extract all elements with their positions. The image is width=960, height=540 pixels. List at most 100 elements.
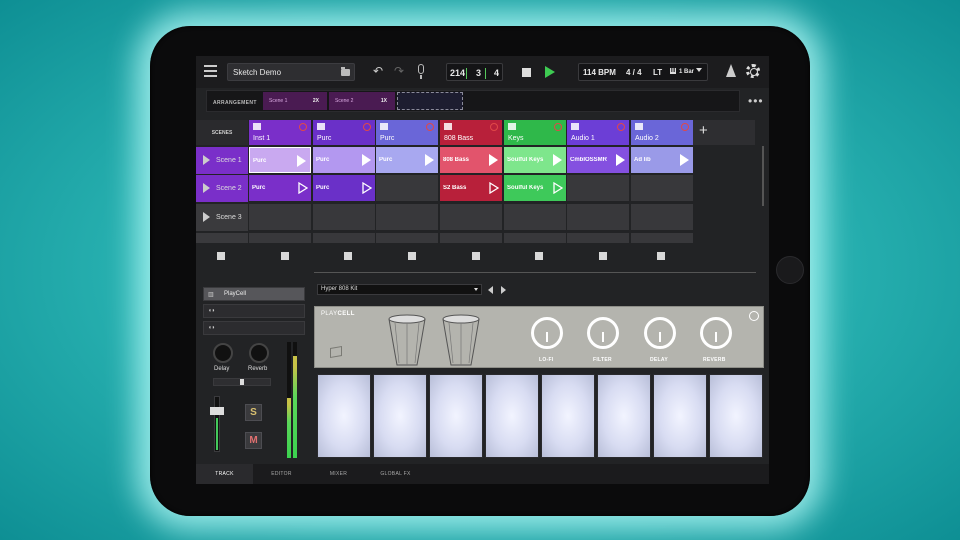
scene-launch-button[interactable]: [196, 233, 248, 243]
track-stop-button[interactable]: [217, 252, 225, 260]
metronome-icon[interactable]: [726, 64, 736, 77]
empty-clip-slot[interactable]: [631, 233, 693, 243]
menu-icon[interactable]: [204, 65, 217, 77]
empty-clip-slot[interactable]: [376, 233, 438, 243]
track-stop-button[interactable]: [344, 252, 352, 260]
empty-clip-slot[interactable]: [504, 204, 566, 230]
scene-launch-button[interactable]: Scene 1: [196, 147, 248, 174]
scene-launch-button[interactable]: Scene 2: [196, 175, 248, 202]
empty-clip-slot[interactable]: [440, 233, 502, 243]
track-header[interactable]: 808 Bass: [440, 120, 502, 145]
empty-clip-slot[interactable]: [567, 233, 629, 243]
clip[interactable]: 808 Bass: [440, 147, 502, 173]
clip[interactable]: Purc: [313, 147, 375, 173]
track-header[interactable]: Keys: [504, 120, 566, 145]
clip[interactable]: Purc: [313, 175, 375, 201]
reverb-send-knob[interactable]: [249, 343, 269, 363]
filter-knob[interactable]: [587, 317, 619, 349]
tab-editor[interactable]: EDITOR: [253, 464, 310, 484]
delay-knob[interactable]: [644, 317, 676, 349]
clip[interactable]: Purc: [249, 175, 311, 201]
track-stop-button[interactable]: [408, 252, 416, 260]
folder-icon[interactable]: [341, 67, 350, 76]
drum-pad[interactable]: [485, 374, 539, 458]
drum-pad[interactable]: [373, 374, 427, 458]
clip[interactable]: CmbIOSSMR: [567, 147, 629, 173]
clip[interactable]: Soulful Keys: [504, 175, 566, 201]
mute-button[interactable]: M: [245, 432, 262, 449]
pan-slider[interactable]: [213, 378, 271, 386]
clip[interactable]: Soulful Keys: [504, 147, 566, 173]
previous-preset-icon[interactable]: [488, 286, 493, 294]
volume-fader-handle[interactable]: [210, 407, 224, 415]
empty-clip-slot[interactable]: [376, 204, 438, 230]
track-stop-button[interactable]: [535, 252, 543, 260]
empty-clip-slot[interactable]: [249, 233, 311, 243]
empty-clip-slot[interactable]: [567, 175, 629, 201]
drum-pad[interactable]: [429, 374, 483, 458]
track-stop-button[interactable]: [657, 252, 665, 260]
empty-clip-slot[interactable]: [313, 204, 375, 230]
lofi-knob[interactable]: [531, 317, 563, 349]
cube-icon[interactable]: [330, 345, 342, 359]
clip[interactable]: S2 Bass: [440, 175, 502, 201]
reverb-knob[interactable]: [700, 317, 732, 349]
empty-clip-slot[interactable]: [440, 204, 502, 230]
track-stop-button[interactable]: [599, 252, 607, 260]
gear-icon[interactable]: [746, 64, 760, 78]
track-header[interactable]: Audio 1: [567, 120, 629, 145]
track-stop-button[interactable]: [472, 252, 480, 260]
solo-button[interactable]: S: [245, 404, 262, 421]
empty-clip-slot[interactable]: [504, 233, 566, 243]
empty-clip-slot[interactable]: [376, 175, 438, 201]
track-header[interactable]: Purc: [376, 120, 438, 145]
drum-pad[interactable]: [541, 374, 595, 458]
tab-global-fx[interactable]: GLOBAL FX: [367, 464, 424, 484]
record-arm-icon[interactable]: [617, 123, 625, 131]
empty-clip-slot[interactable]: [567, 204, 629, 230]
arrangement-selection[interactable]: [397, 92, 463, 110]
record-arm-icon[interactable]: [554, 123, 562, 131]
drum-pad[interactable]: [597, 374, 651, 458]
empty-clip-slot[interactable]: [249, 204, 311, 230]
more-options-icon[interactable]: •••: [748, 94, 764, 108]
kit-select[interactable]: Hyper 808 Kit: [317, 284, 482, 295]
arrangement-strip[interactable]: ARRANGEMENT Scene 1 2X Scene 2 1X: [206, 90, 740, 112]
record-arm-icon[interactable]: [490, 123, 498, 131]
drum-pad[interactable]: [653, 374, 707, 458]
play-button[interactable]: [545, 66, 555, 78]
empty-clip-slot[interactable]: [313, 233, 375, 243]
record-arm-icon[interactable]: [363, 123, 371, 131]
arrangement-segment[interactable]: Scene 1 2X: [263, 92, 327, 110]
arrangement-segment[interactable]: Scene 2 1X: [329, 92, 395, 110]
track-stop-button[interactable]: [281, 252, 289, 260]
clip[interactable]: Purc: [376, 147, 438, 173]
record-arm-icon[interactable]: [426, 123, 434, 131]
track-device-slot[interactable]: ◖◗: [203, 304, 305, 318]
drum-pad[interactable]: [709, 374, 763, 458]
track-device-playcell[interactable]: ▥ PlayCell: [203, 287, 305, 301]
record-arm-icon[interactable]: [299, 123, 307, 131]
project-name-field[interactable]: Sketch Demo: [227, 63, 355, 81]
track-header[interactable]: Purc: [313, 120, 375, 145]
track-header[interactable]: Inst 1: [249, 120, 311, 145]
microphone-icon[interactable]: [418, 64, 424, 79]
tempo-display[interactable]: 114 BPM 4 / 4 LT III 1 Bar: [578, 63, 708, 81]
scene-launch-button[interactable]: Scene 3: [196, 204, 248, 231]
undo-icon[interactable]: ↶: [373, 64, 383, 78]
scrollbar[interactable]: [762, 146, 764, 206]
clip[interactable]: Ad lib: [631, 147, 693, 173]
empty-clip-slot[interactable]: [631, 175, 693, 201]
redo-icon[interactable]: ↷: [394, 64, 404, 78]
drum-pad[interactable]: [317, 374, 371, 458]
tab-track[interactable]: TRACK: [196, 464, 253, 484]
home-button[interactable]: [776, 256, 804, 284]
add-track-button[interactable]: +: [693, 120, 755, 145]
clip[interactable]: Purc: [249, 147, 311, 173]
delay-send-knob[interactable]: [213, 343, 233, 363]
record-arm-icon[interactable]: [681, 123, 689, 131]
track-header[interactable]: Audio 2: [631, 120, 693, 145]
track-device-slot[interactable]: ◖◗: [203, 321, 305, 335]
position-display[interactable]: 214 3 4: [446, 63, 503, 81]
power-icon[interactable]: [749, 311, 759, 321]
